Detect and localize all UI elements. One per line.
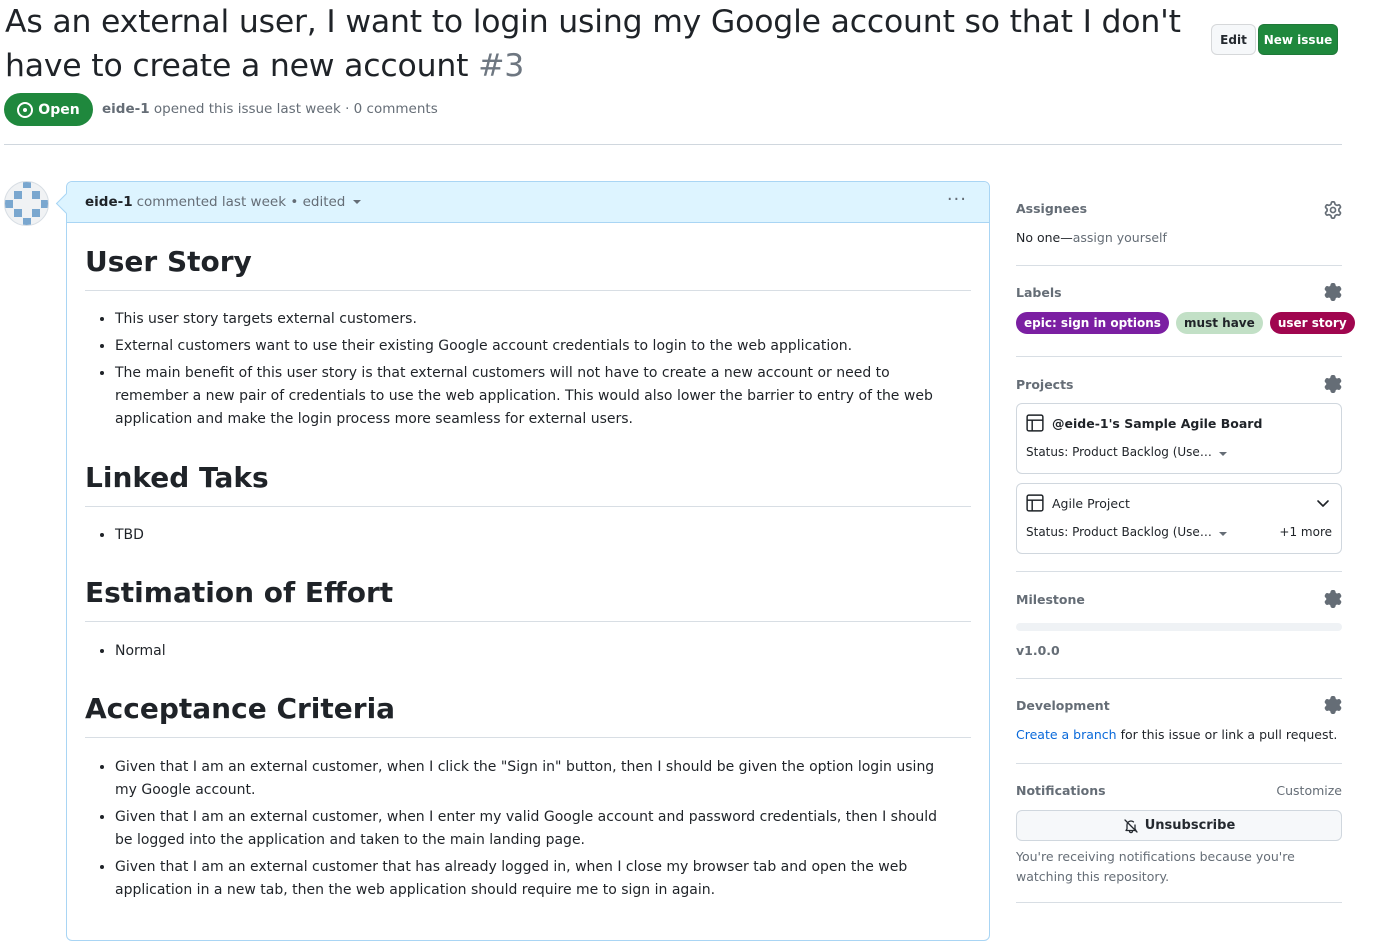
milestone-progress-bar xyxy=(1016,623,1342,631)
list-item: The main benefit of this user story is t… xyxy=(115,362,955,431)
milestone-name[interactable]: v1.0.0 xyxy=(1016,643,1060,658)
bell-slash-icon xyxy=(1124,818,1138,833)
list-item: Given that I am an external customer tha… xyxy=(115,856,955,902)
comment-author-link[interactable]: eide-1 xyxy=(85,194,133,210)
list-item: This user story targets external custome… xyxy=(115,308,955,331)
labels-gear-icon[interactable] xyxy=(1324,283,1342,301)
new-issue-button[interactable]: New issue xyxy=(1258,24,1338,55)
chevron-down-icon[interactable] xyxy=(1315,495,1331,511)
sidebar-milestone: Milestone xyxy=(1016,590,1342,608)
unsubscribe-label: Unsubscribe xyxy=(1144,818,1236,833)
avatar[interactable] xyxy=(4,181,49,226)
list-item: Given that I am an external customer, wh… xyxy=(115,806,955,852)
edit-title-button[interactable]: Edit xyxy=(1211,24,1256,55)
issue-title: As an external user, I want to login usi… xyxy=(5,0,1195,88)
issue-state-label: Open xyxy=(38,101,80,118)
project-status[interactable]: Status: Product Backlog (Use… xyxy=(1026,525,1212,539)
sidebar-divider xyxy=(1016,571,1342,572)
project-card[interactable]: @eide-1's Sample Agile Board Status: Pro… xyxy=(1016,403,1342,474)
assignees-gear-icon[interactable] xyxy=(1324,201,1342,219)
list-item: Given that I am an external customer, wh… xyxy=(115,756,955,802)
issue-author-link[interactable]: eide-1 xyxy=(102,101,150,117)
heading-estimation: Estimation of Effort xyxy=(85,575,971,622)
development-title: Development xyxy=(1016,698,1110,713)
assign-yourself-link[interactable]: assign yourself xyxy=(1073,230,1167,245)
label-epic-sign-in-options[interactable]: epic: sign in options xyxy=(1016,312,1169,334)
sidebar-divider xyxy=(1016,763,1342,764)
projects-gear-icon[interactable] xyxy=(1324,375,1342,393)
comment-header: eide-1 commented last week • edited ··· xyxy=(67,182,989,223)
sidebar-labels: Labels epic: sign in options must have u… xyxy=(1016,283,1355,334)
assignees-none: No one— xyxy=(1016,230,1073,245)
assignees-value: No one—assign yourself xyxy=(1016,230,1167,245)
issue-state-badge: Open xyxy=(4,93,93,126)
sidebar-assignees: Assignees No one—assign yourself xyxy=(1016,201,1342,245)
sidebar-divider xyxy=(1016,678,1342,679)
status-dropdown-icon[interactable] xyxy=(1219,532,1227,536)
sidebar-divider xyxy=(1016,356,1342,357)
list-item: Normal xyxy=(115,640,955,663)
labels-list: epic: sign in options must have user sto… xyxy=(1016,312,1357,334)
heading-linked-tasks: Linked Taks xyxy=(85,460,971,507)
project-more-link[interactable]: +1 more xyxy=(1279,525,1332,539)
list-estimation: Normal xyxy=(85,640,955,667)
development-description: for this issue or link a pull request. xyxy=(1116,727,1338,742)
label-must-have[interactable]: must have xyxy=(1176,312,1263,334)
list-item: TBD xyxy=(115,524,955,547)
notifications-note: You're receiving notifications because y… xyxy=(1016,849,1295,884)
project-card[interactable]: Agile Project Status: Product Backlog (U… xyxy=(1016,483,1342,554)
customize-notifications-link[interactable]: Customize xyxy=(1276,783,1342,798)
projects-title: Projects xyxy=(1016,377,1074,392)
list-acceptance-criteria: Given that I am an external customer, wh… xyxy=(85,756,955,906)
issue-title-text: As an external user, I want to login usi… xyxy=(5,4,1181,84)
comment-meta[interactable]: commented last week • edited xyxy=(137,194,346,210)
unsubscribe-button[interactable]: Unsubscribe xyxy=(1016,810,1342,841)
issue-meta: eide-1 opened this issue last week · 0 c… xyxy=(102,101,438,117)
table-icon xyxy=(1026,494,1044,512)
list-user-story: This user story targets external custome… xyxy=(85,308,955,435)
comment-options-icon[interactable]: ··· xyxy=(947,191,967,209)
header-divider xyxy=(4,144,1342,145)
assignees-title: Assignees xyxy=(1016,201,1088,216)
create-branch-link[interactable]: Create a branch xyxy=(1016,727,1117,742)
project-name[interactable]: @eide-1's Sample Agile Board xyxy=(1052,416,1262,431)
label-user-story[interactable]: user story xyxy=(1269,312,1355,334)
milestone-title: Milestone xyxy=(1016,592,1085,607)
issue-comment: eide-1 commented last week • edited ··· … xyxy=(66,181,990,941)
issue-opened-text: opened this issue last week xyxy=(153,101,341,117)
meta-separator: · xyxy=(345,101,350,117)
sidebar-divider xyxy=(1016,265,1342,266)
project-status[interactable]: Status: Product Backlog (Use… xyxy=(1026,445,1212,459)
milestone-gear-icon[interactable] xyxy=(1324,590,1342,608)
sidebar-development: Development Create a branch for this iss… xyxy=(1016,696,1342,742)
list-item: External customers want to use their exi… xyxy=(115,335,955,358)
issue-number: #3 xyxy=(478,48,525,84)
heading-user-story: User Story xyxy=(85,244,971,291)
development-gear-icon[interactable] xyxy=(1324,696,1342,714)
status-dropdown-icon[interactable] xyxy=(1219,452,1227,456)
sidebar-projects: Projects xyxy=(1016,375,1342,393)
list-linked-tasks: TBD xyxy=(85,524,955,551)
comments-count: 0 comments xyxy=(353,101,438,117)
edit-history-caret-icon[interactable] xyxy=(353,200,362,204)
issue-opened-icon xyxy=(17,101,34,118)
heading-acceptance-criteria: Acceptance Criteria xyxy=(85,691,971,738)
sidebar-notifications: Notifications Customize xyxy=(1016,783,1342,798)
table-icon xyxy=(1026,414,1044,432)
labels-title: Labels xyxy=(1016,285,1062,300)
sidebar-divider xyxy=(1016,902,1342,903)
project-name[interactable]: Agile Project xyxy=(1052,496,1130,511)
development-text: Create a branch for this issue or link a… xyxy=(1016,727,1337,742)
